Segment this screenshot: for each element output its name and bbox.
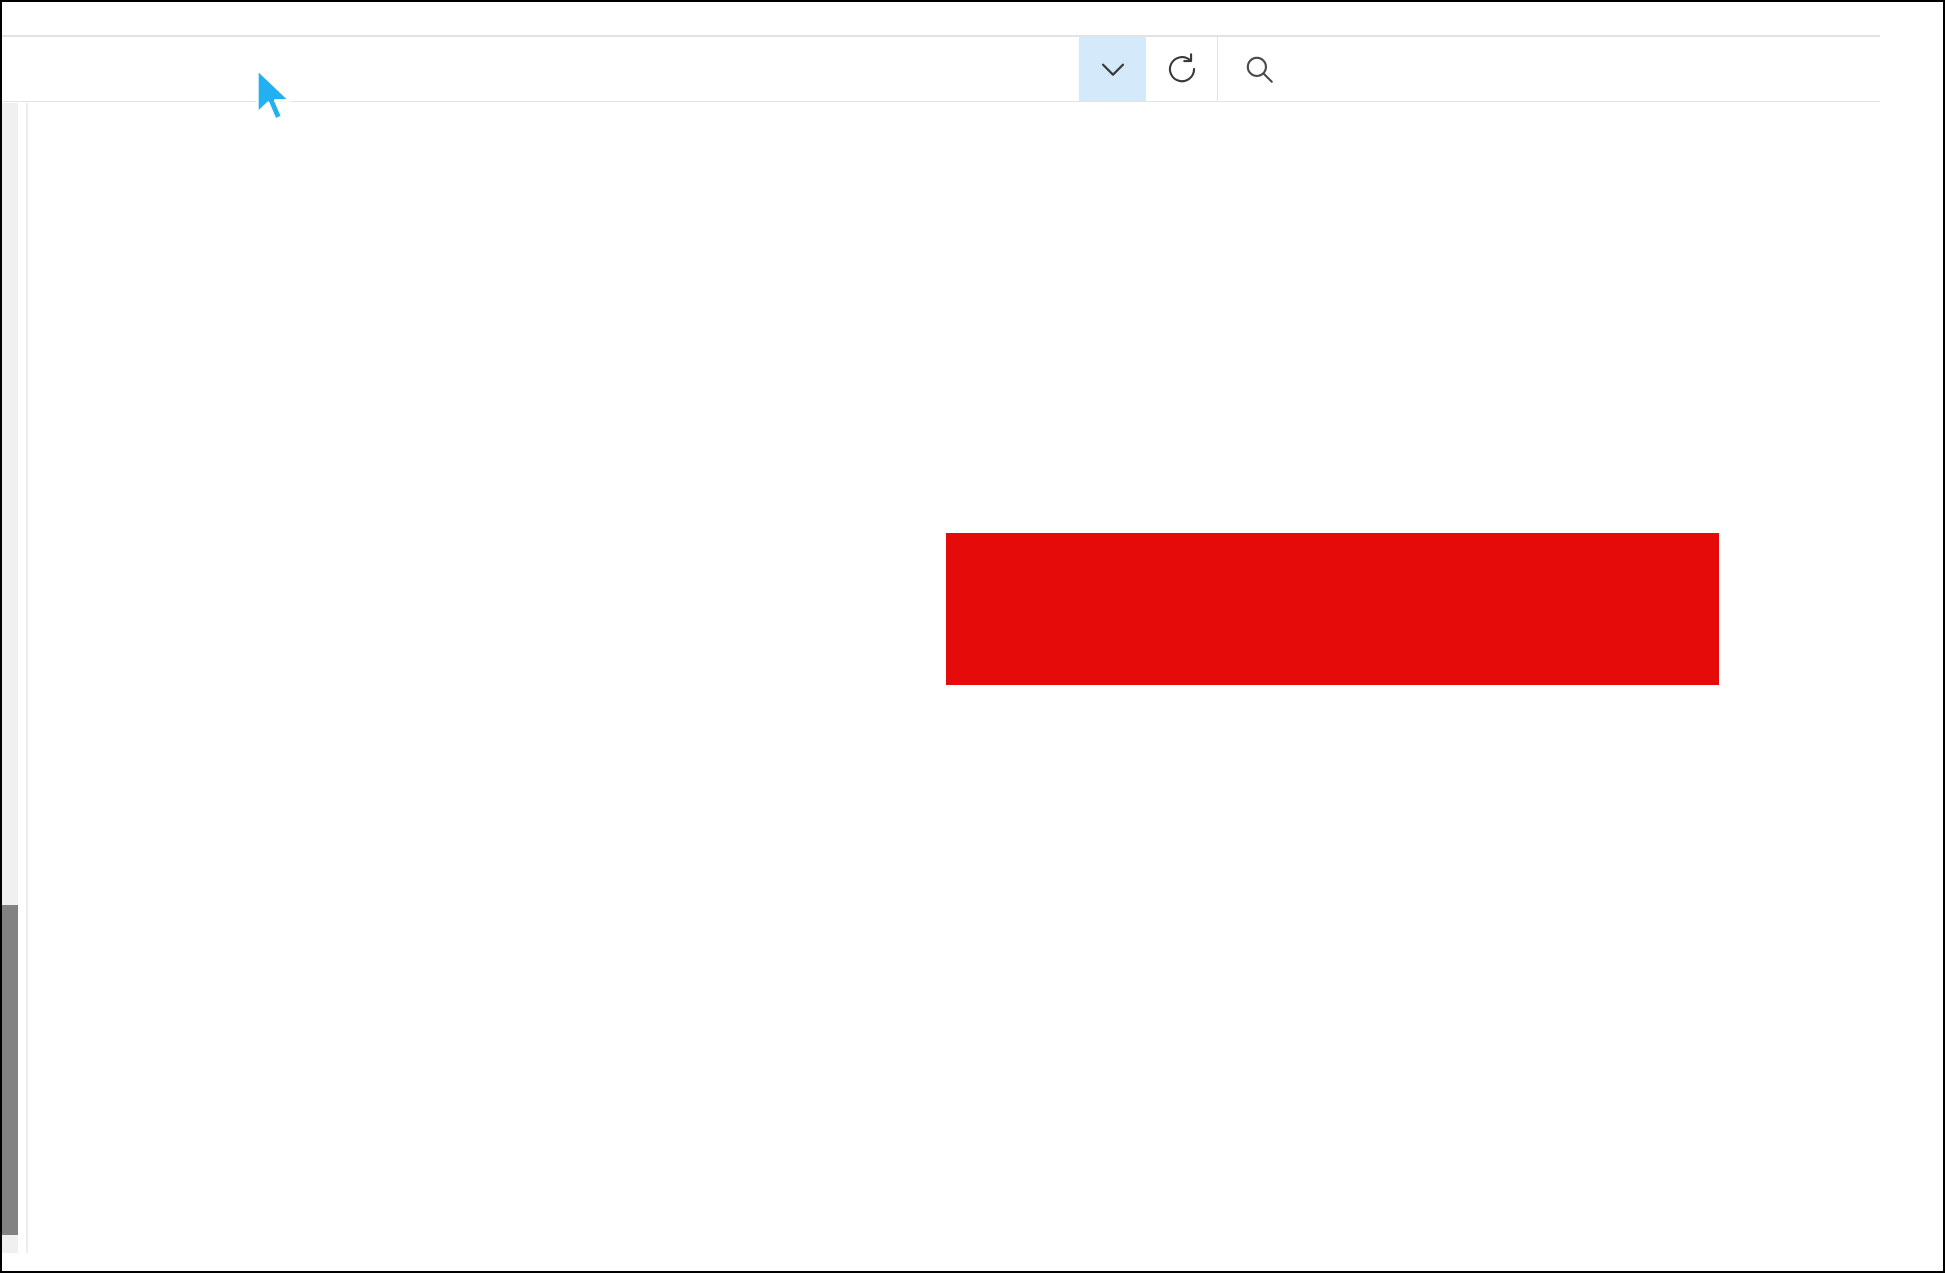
breadcrumb[interactable]	[0, 36, 1080, 102]
history-dropdown-button[interactable]	[1080, 36, 1146, 102]
pane-gap	[18, 103, 26, 1253]
refresh-button[interactable]	[1146, 36, 1218, 102]
search-icon	[1246, 56, 1273, 83]
search-box[interactable]	[1218, 36, 1880, 102]
pane-divider	[26, 103, 28, 1253]
refresh-icon	[1168, 53, 1195, 83]
vertical-scrollbar-thumb[interactable]	[0, 905, 18, 1235]
torn-edge-right	[1875, 0, 1945, 1273]
annotation-banner	[946, 533, 1719, 685]
mouse-cursor-icon	[256, 68, 292, 121]
chevron-down-icon	[1101, 63, 1125, 76]
window-title-strip	[0, 0, 1880, 36]
